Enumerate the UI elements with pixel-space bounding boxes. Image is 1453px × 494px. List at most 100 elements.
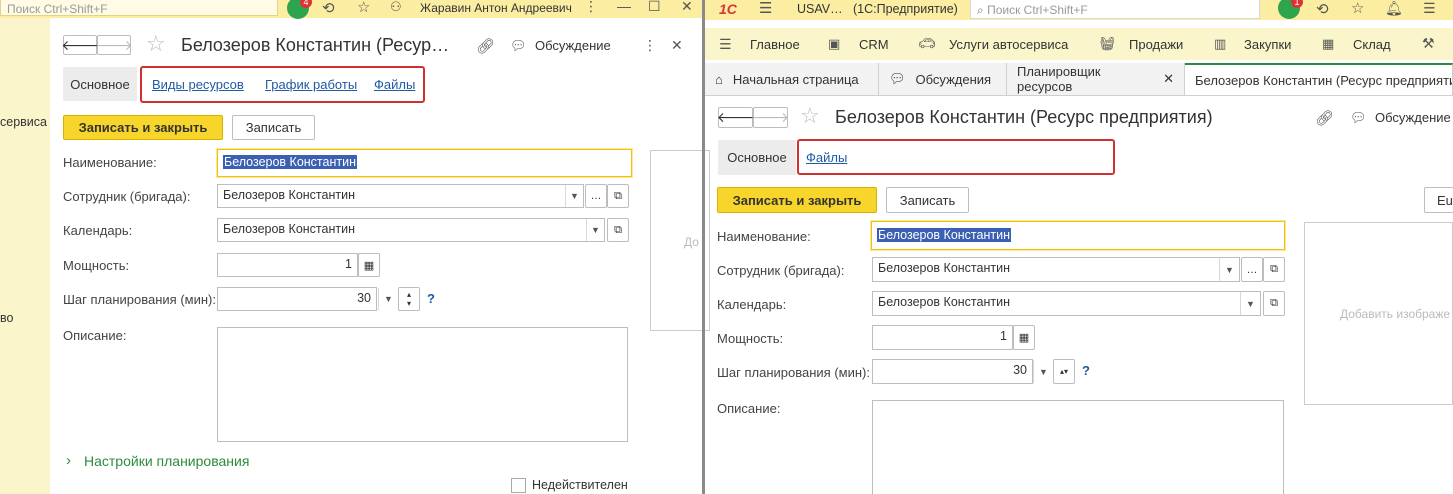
tools-icon[interactable]: ⚒ bbox=[1422, 35, 1435, 52]
discussion-label[interactable]: Обсуждение bbox=[535, 38, 611, 53]
image-area[interactable]: До bbox=[650, 150, 710, 331]
purchases-icon: ▥ bbox=[1214, 36, 1227, 51]
favorite-star-icon[interactable]: ☆ bbox=[146, 31, 166, 57]
menu-item-main[interactable]: Главное bbox=[750, 37, 800, 52]
power-value: 1 bbox=[345, 257, 352, 271]
open-tabs-bar: ⌂ Начальная страница 💬︎ Обсуждения Плани… bbox=[705, 63, 1453, 96]
back-button[interactable]: 🡐 bbox=[61, 35, 99, 55]
menu-item-purchases[interactable]: Закупки bbox=[1244, 37, 1291, 52]
close-tab-icon[interactable]: ✕ bbox=[1163, 71, 1174, 87]
menu-icon[interactable]: ⋮ bbox=[584, 0, 598, 15]
power-calculator-icon[interactable]: ▦ bbox=[1013, 325, 1035, 350]
planning-settings-group[interactable]: Настройки планирования bbox=[84, 453, 249, 469]
tab-schedule[interactable]: График работы bbox=[265, 77, 357, 92]
discussion-icon[interactable]: 💬︎ bbox=[1350, 110, 1367, 126]
tab-files[interactable]: Файлы bbox=[806, 150, 847, 165]
sidebar-item-service[interactable]: сервиса bbox=[0, 115, 47, 129]
image-area[interactable]: Добавить изображе bbox=[1304, 222, 1453, 405]
close-window-icon[interactable]: ✕ bbox=[681, 0, 693, 15]
open-tab-discussions-label: Обсуждения bbox=[915, 71, 992, 87]
open-tab-current-label: Белозеров Константин (Ресурс предприяти bbox=[1195, 72, 1453, 88]
step-spinner[interactable]: ▴▾ bbox=[1053, 359, 1075, 384]
open-tab-current[interactable]: Белозеров Константин (Ресурс предприяти bbox=[1185, 63, 1453, 95]
employee-dropdown-icon[interactable]: ▼ bbox=[1219, 258, 1239, 281]
image-placeholder-text: Добавить изображе bbox=[1340, 307, 1451, 321]
employee-field[interactable]: Белозеров Константин bbox=[217, 184, 584, 208]
save-and-close-button[interactable]: Записать и закрыть bbox=[717, 187, 877, 213]
close-form-icon[interactable]: ✕ bbox=[671, 37, 683, 54]
form-title: Белозеров Константин (Ресурс предприятия… bbox=[835, 107, 1213, 127]
favorites-icon[interactable]: ☆ bbox=[357, 0, 370, 16]
step-help-icon[interactable]: ? bbox=[1082, 363, 1090, 378]
inactive-checkbox[interactable] bbox=[511, 478, 526, 493]
extra-button[interactable]: Eu bbox=[1424, 187, 1453, 213]
power-field[interactable]: 1 bbox=[217, 253, 358, 277]
save-button[interactable]: Записать bbox=[232, 115, 315, 140]
menu-item-sales[interactable]: Продажи bbox=[1129, 37, 1183, 52]
discussion-label[interactable]: Обсуждение bbox=[1375, 110, 1451, 125]
history-icon[interactable]: ⟲ bbox=[1316, 0, 1329, 18]
maximize-icon[interactable]: ☐ bbox=[648, 0, 661, 15]
menu-item-crm[interactable]: CRM bbox=[859, 37, 889, 52]
name-label: Наименование: bbox=[717, 229, 811, 244]
search-input[interactable]: ⌕ Поиск Ctrl+Shift+F bbox=[970, 0, 1260, 19]
notifications-bell-icon[interactable]: 🔔︎ bbox=[1385, 0, 1403, 17]
power-calculator-icon[interactable]: ▦ bbox=[358, 253, 380, 277]
search-icon: ⌕ bbox=[977, 3, 984, 17]
chevron-right-icon[interactable]: › bbox=[66, 452, 71, 469]
description-textarea[interactable] bbox=[872, 400, 1284, 494]
employee-open-icon[interactable]: ⧉ bbox=[607, 184, 629, 208]
employee-select-button[interactable]: … bbox=[1241, 257, 1263, 282]
favorite-star-icon[interactable]: ☆ bbox=[800, 103, 820, 129]
menu-item-car-service[interactable]: Услуги автосервиса bbox=[949, 37, 1068, 52]
step-field[interactable]: 30 bbox=[872, 359, 1033, 384]
forward-button[interactable]: 🡒 bbox=[95, 35, 133, 55]
search-input[interactable]: Поиск Ctrl+Shift+F bbox=[0, 0, 278, 16]
employee-open-icon[interactable]: ⧉ bbox=[1263, 257, 1285, 282]
user-icon[interactable]: ⚇ bbox=[390, 0, 402, 15]
forward-button[interactable]: 🡒 bbox=[752, 107, 789, 128]
minimize-icon[interactable]: — bbox=[617, 0, 631, 14]
name-field[interactable]: Белозеров Константин bbox=[871, 221, 1285, 250]
employee-field[interactable]: Белозеров Константин bbox=[872, 257, 1240, 282]
tab-main[interactable]: Основное bbox=[63, 67, 137, 101]
link-icon[interactable]: 🔗︎ bbox=[476, 37, 495, 55]
favorites-icon[interactable]: ☆ bbox=[1351, 0, 1364, 17]
history-icon[interactable]: ⟲ bbox=[322, 0, 335, 17]
calendar-field[interactable]: Белозеров Константин bbox=[217, 218, 605, 242]
sidebar-item-partial[interactable]: во bbox=[0, 311, 13, 325]
power-field[interactable]: 1 bbox=[872, 325, 1013, 350]
step-help-icon[interactable]: ? bbox=[427, 291, 435, 306]
save-button[interactable]: Записать bbox=[886, 187, 969, 213]
calendar-label: Календарь: bbox=[63, 223, 133, 238]
discussion-icon[interactable]: 💬︎ bbox=[510, 38, 527, 54]
employee-select-button[interactable]: … bbox=[585, 184, 607, 208]
hamburger-menu-icon[interactable]: ☰ bbox=[759, 0, 772, 17]
step-spinner[interactable]: ▴▾ bbox=[398, 287, 420, 311]
link-icon[interactable]: 🔗︎ bbox=[1315, 109, 1334, 127]
tab-main[interactable]: Основное bbox=[718, 140, 796, 175]
calendar-open-icon[interactable]: ⧉ bbox=[607, 218, 629, 242]
search-placeholder: Поиск Ctrl+Shift+F bbox=[987, 3, 1088, 17]
calendar-field[interactable]: Белозеров Константин bbox=[872, 291, 1261, 316]
open-tab-planner[interactable]: Планировщик ресурсов ✕ bbox=[1007, 63, 1185, 95]
menu-icon[interactable]: ☰ bbox=[1423, 0, 1436, 17]
calendar-open-icon[interactable]: ⧉ bbox=[1263, 291, 1285, 316]
step-field[interactable]: 30 bbox=[217, 287, 377, 311]
back-button[interactable]: 🡐 bbox=[717, 107, 754, 128]
calendar-dropdown-icon[interactable]: ▼ bbox=[1240, 292, 1260, 315]
step-dropdown-icon[interactable]: ▼ bbox=[1033, 360, 1053, 383]
description-textarea[interactable] bbox=[217, 327, 628, 442]
open-tab-discussions[interactable]: 💬︎ Обсуждения bbox=[879, 63, 1007, 95]
tab-files[interactable]: Файлы bbox=[374, 77, 415, 92]
employee-dropdown-icon[interactable]: ▼ bbox=[565, 185, 583, 207]
step-dropdown-icon[interactable]: ▼ bbox=[378, 288, 398, 310]
menu-item-warehouse[interactable]: Склад bbox=[1353, 37, 1391, 52]
calendar-dropdown-icon[interactable]: ▼ bbox=[586, 219, 604, 241]
name-field[interactable]: Белозеров Константин bbox=[217, 149, 632, 177]
user-name[interactable]: Жаравин Антон Андреевич bbox=[420, 1, 572, 15]
open-tab-home[interactable]: ⌂ Начальная страница bbox=[705, 63, 879, 95]
more-icon[interactable]: ⋮ bbox=[643, 37, 657, 54]
save-and-close-button[interactable]: Записать и закрыть bbox=[63, 115, 223, 140]
tab-resource-types[interactable]: Виды ресурсов bbox=[152, 77, 244, 92]
